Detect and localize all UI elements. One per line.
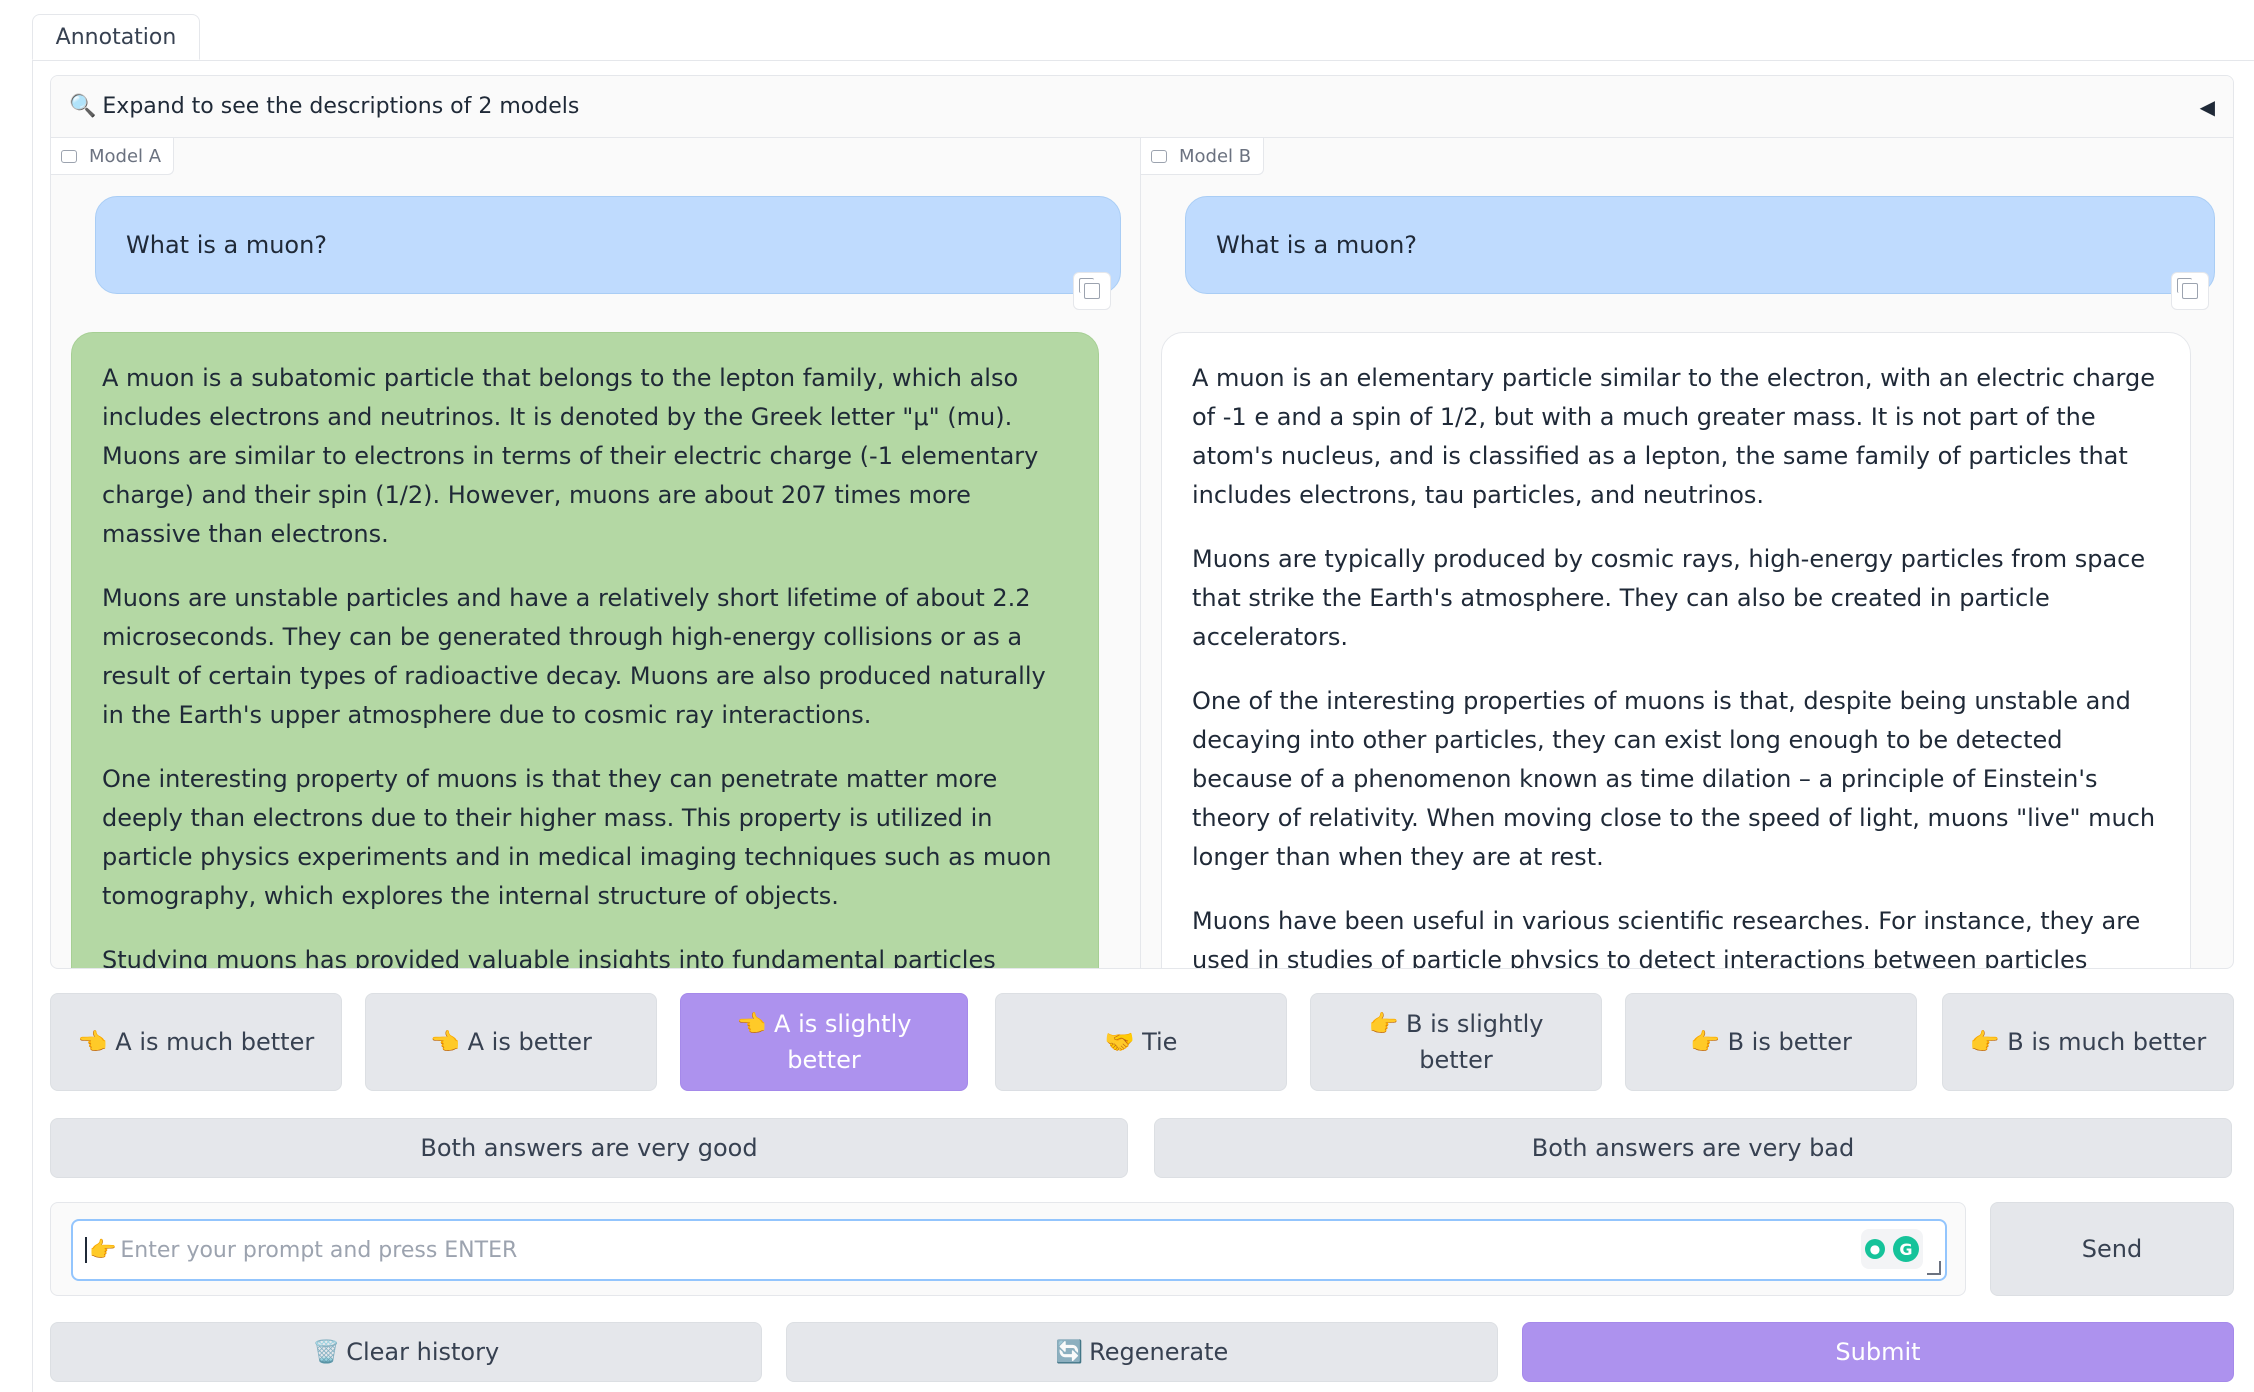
response-paragraph: Muons are unstable particles and have a …	[102, 584, 1046, 729]
model-b-chat: Model B What is a muon? A muon is an ele…	[1141, 138, 2233, 969]
text-caret	[85, 1237, 87, 1263]
response-paragraph: Muons have been useful in various scient…	[1192, 907, 2141, 969]
user-message: What is a muon?	[1185, 196, 2215, 294]
trash-icon: 🗑️	[312, 1339, 341, 1365]
user-message: What is a muon?	[95, 196, 1121, 294]
clear-history-label: Clear history	[346, 1338, 500, 1366]
tab-annotation[interactable]: Annotation	[32, 14, 200, 60]
model-b-label: Model B	[1141, 138, 1265, 175]
copy-button[interactable]	[1073, 272, 1111, 310]
response-paragraph: Studying muons has provided valuable ins…	[102, 946, 996, 969]
rate-a-slightly-better-button[interactable]: 👈 A is slightly better	[680, 993, 968, 1091]
rating-buttons: 👈 A is much better 👈 A is better 👈 A is …	[50, 993, 2234, 1091]
user-message-text: What is a muon?	[126, 231, 328, 259]
response-paragraph: One of the interesting properties of muo…	[1192, 687, 2156, 871]
collapse-arrow-icon[interactable]: ◀	[2200, 95, 2215, 119]
both-very-bad-button[interactable]: Both answers are very bad	[1154, 1118, 2232, 1178]
divider	[32, 60, 33, 1392]
rate-a-much-better-button[interactable]: 👈 A is much better	[50, 993, 342, 1091]
model-a-response: A muon is a subatomic particle that belo…	[71, 332, 1099, 969]
pointing-hand-icon: 👉	[89, 1237, 117, 1263]
chat-panel: 🔍 Expand to see the descriptions of 2 mo…	[50, 75, 2234, 969]
search-icon: 🔍	[69, 94, 97, 119]
copy-icon	[2177, 278, 2198, 299]
response-paragraph: Muons are typically produced by cosmic r…	[1192, 545, 2146, 651]
prompt-input-container: 👉 Enter your prompt and press ENTER ● G	[50, 1202, 1966, 1296]
regenerate-button[interactable]: 🔄 Regenerate	[786, 1322, 1498, 1382]
user-message-text: What is a muon?	[1216, 231, 1418, 259]
rate-b-much-better-button[interactable]: 👉 B is much better	[1942, 993, 2234, 1091]
clear-history-button[interactable]: 🗑️ Clear history	[50, 1322, 762, 1382]
both-very-good-button[interactable]: Both answers are very good	[50, 1118, 1128, 1178]
response-paragraph: A muon is an elementary particle similar…	[1192, 364, 2155, 509]
rate-b-better-button[interactable]: 👉 B is better	[1625, 993, 1917, 1091]
model-b-response: A muon is an elementary particle similar…	[1161, 332, 2191, 969]
rate-tie-button[interactable]: 🤝 Tie	[995, 993, 1287, 1091]
response-paragraph: One interesting property of muons is tha…	[102, 765, 1052, 910]
prompt-input[interactable]: 👉 Enter your prompt and press ENTER ● G	[71, 1219, 1947, 1281]
copy-button[interactable]	[2171, 272, 2209, 310]
grammarly-icon[interactable]: G	[1893, 1236, 1919, 1262]
prompt-placeholder: Enter your prompt and press ENTER	[120, 1237, 518, 1263]
rate-b-slightly-better-button[interactable]: 👉 B is slightly better	[1310, 993, 1602, 1091]
submit-button[interactable]: Submit	[1522, 1322, 2234, 1382]
model-a-label: Model A	[51, 138, 175, 175]
copy-icon	[1079, 278, 1100, 299]
chat-icon	[61, 149, 77, 163]
refresh-icon: 🔄	[1055, 1339, 1084, 1365]
send-button[interactable]: Send	[1990, 1202, 2234, 1296]
model-descriptions-expander[interactable]: 🔍 Expand to see the descriptions of 2 mo…	[51, 76, 2233, 138]
grammarly-widget[interactable]: ● G	[1861, 1229, 1923, 1269]
model-a-label-text: Model A	[89, 145, 162, 167]
model-b-label-text: Model B	[1179, 145, 1252, 167]
rate-a-better-button[interactable]: 👈 A is better	[365, 993, 657, 1091]
regenerate-label: Regenerate	[1089, 1338, 1229, 1366]
resize-handle-icon[interactable]	[1927, 1261, 1941, 1275]
response-paragraph: A muon is a subatomic particle that belo…	[102, 364, 1039, 548]
bulb-icon[interactable]: ●	[1865, 1239, 1885, 1259]
model-a-chat: Model A What is a muon? A muon is a suba…	[51, 138, 1141, 969]
chat-icon	[1151, 149, 1167, 163]
expander-label: Expand to see the descriptions of 2 mode…	[102, 94, 580, 119]
tab-bar: Annotation	[32, 0, 2254, 61]
